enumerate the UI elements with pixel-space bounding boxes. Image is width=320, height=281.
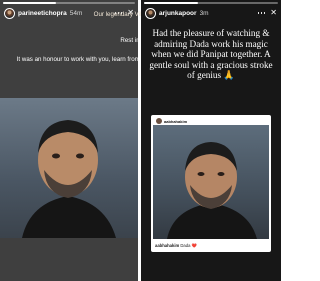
avatar[interactable] xyxy=(156,118,162,124)
avatar[interactable] xyxy=(145,7,156,19)
more-icon[interactable] xyxy=(257,12,266,14)
close-icon[interactable]: ✕ xyxy=(270,9,277,17)
left-progress-fill xyxy=(3,2,56,4)
left-photo xyxy=(0,98,138,238)
right-story-header: arjunkapoor 3m ✕ xyxy=(145,6,277,20)
shared-post-caption: aabhahakim Dada ❤️ xyxy=(155,243,197,249)
right-timestamp: 3m xyxy=(199,9,209,17)
shared-post-footer-text: Dada xyxy=(180,243,191,248)
right-progress-fill xyxy=(144,2,198,4)
shared-post-footer-user[interactable]: aabhahakim xyxy=(155,243,179,248)
left-progress-bar xyxy=(3,2,135,4)
right-username[interactable]: arjunkapoor xyxy=(159,10,197,17)
man-portrait-image xyxy=(167,142,257,239)
heart-icon: ❤️ xyxy=(191,243,197,248)
shared-post-username[interactable]: aabhahakim xyxy=(164,119,187,124)
right-photo xyxy=(153,125,269,239)
right-progress-bar xyxy=(144,2,278,4)
man-portrait-image xyxy=(22,120,116,238)
shared-post-header: aabhahakim xyxy=(156,117,187,125)
right-quote-text: Had the pleasure of watching & admiring … xyxy=(149,28,273,80)
